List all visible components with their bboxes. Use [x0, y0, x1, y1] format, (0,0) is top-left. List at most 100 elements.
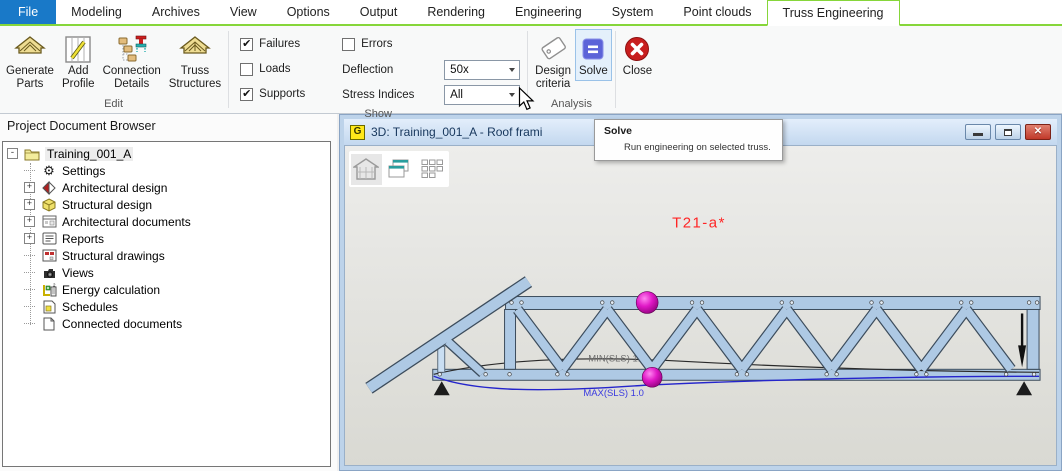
truss-member[interactable]: [438, 346, 445, 372]
restore-button[interactable]: [995, 124, 1021, 140]
cascade-windows-button[interactable]: [384, 154, 415, 185]
expand-toggle[interactable]: +: [24, 199, 35, 210]
architectural-documents-icon: [41, 214, 57, 229]
tile-windows-button[interactable]: [416, 154, 447, 185]
connection-details-button[interactable]: Connection Details: [99, 29, 165, 94]
close-icon: [623, 32, 651, 65]
checkbox-box: [342, 38, 355, 51]
schedules-icon: [41, 299, 57, 314]
arrow-cursor-icon: [518, 87, 536, 112]
tab-view[interactable]: View: [215, 0, 272, 24]
close-button[interactable]: Close: [619, 29, 656, 81]
tree-item-structural-design[interactable]: + Structural design: [3, 196, 330, 213]
failures-checkbox[interactable]: ✔ Failures: [240, 38, 342, 51]
framing-view-button[interactable]: [351, 154, 382, 185]
checkbox-box: ✔: [240, 88, 253, 101]
reaction-arrow-head: [1018, 345, 1026, 367]
tree-item-schedules[interactable]: Schedules: [3, 298, 330, 315]
ribbon-separator: [228, 31, 229, 108]
project-document-browser-panel: Project Document Browser - Training_001_…: [0, 114, 337, 471]
vertex-window-icon: G: [350, 125, 365, 140]
tab-file[interactable]: File: [0, 0, 56, 24]
selection-handle-sphere-bottom[interactable]: [642, 367, 662, 387]
tab-modeling[interactable]: Modeling: [56, 0, 137, 24]
house-frame-icon: [353, 158, 379, 180]
cascade-windows-icon: [387, 158, 411, 180]
architectural-design-icon: [41, 180, 57, 195]
loads-checkbox[interactable]: Loads: [240, 63, 342, 76]
truss-gable-icon: [179, 32, 211, 65]
tab-point-clouds[interactable]: Point clouds: [668, 0, 766, 24]
ribbon-separator: [615, 31, 616, 108]
solve-button[interactable]: Solve: [575, 29, 612, 81]
ribbon-group-analysis: Design criteria Solve Analysis: [531, 26, 612, 113]
tooltip-body: Run engineering on selected truss.: [604, 137, 773, 153]
tile-grid-icon: [420, 158, 444, 180]
drawing-area[interactable]: MIN(SLS) 1.2: [344, 145, 1057, 466]
truss-gable-icon: [14, 32, 46, 65]
tree-item-connected-documents[interactable]: Connected documents: [3, 315, 330, 332]
truss-member[interactable]: [1027, 309, 1039, 369]
truss-drawing: MIN(SLS) 1.2: [345, 146, 1056, 465]
chevron-down-icon: [505, 68, 519, 72]
stress-indices-label: Stress Indices: [342, 89, 444, 101]
ribbon-group-close: Close: [619, 26, 656, 113]
tab-engineering[interactable]: Engineering: [500, 0, 597, 24]
tab-truss-engineering[interactable]: Truss Engineering: [767, 0, 900, 26]
expand-toggle[interactable]: +: [24, 233, 35, 244]
tree-item-energy-calculation[interactable]: 2 Energy calculation: [3, 281, 330, 298]
tab-rendering[interactable]: Rendering: [412, 0, 500, 24]
add-profile-button[interactable]: Add Profile: [58, 29, 99, 94]
checkbox-box: ✔: [240, 38, 253, 51]
ribbon-group-edit: Generate Parts Add Profile: [2, 26, 225, 113]
errors-checkbox[interactable]: Errors: [342, 38, 520, 51]
max-deflection-label: MAX(SLS) 1.0: [583, 388, 644, 399]
collapse-toggle[interactable]: -: [7, 148, 18, 159]
left-support-icon: [434, 381, 450, 395]
tree-item-architectural-design[interactable]: + Architectural design: [3, 179, 330, 196]
ribbon-group-label-analysis: Analysis: [531, 97, 612, 113]
document-icon: [41, 316, 57, 331]
stress-indices-dropdown[interactable]: All: [444, 85, 520, 105]
selection-handle-sphere-top[interactable]: [636, 292, 658, 314]
view-toolbar: [349, 151, 449, 187]
ribbon-group-label-edit: Edit: [2, 97, 225, 113]
truss-member[interactable]: [505, 309, 516, 369]
tree-item-architectural-documents[interactable]: + Architectural documents: [3, 213, 330, 230]
expand-toggle[interactable]: +: [24, 182, 35, 193]
truss-id-label: T21-a*: [672, 215, 726, 232]
menu-bar: File Modeling Archives View Options Outp…: [0, 0, 1062, 26]
tree-item-views[interactable]: Views: [3, 264, 330, 281]
supports-checkbox[interactable]: ✔ Supports: [240, 88, 342, 101]
profile-icon: [63, 32, 93, 65]
design-criteria-button[interactable]: Design criteria: [531, 29, 575, 94]
workspace: Project Document Browser - Training_001_…: [0, 114, 1062, 471]
close-view-button[interactable]: ✕: [1025, 124, 1051, 140]
connection-tree-icon: [116, 32, 148, 65]
views-camera-icon: [41, 265, 57, 280]
deflection-label: Deflection: [342, 64, 444, 76]
tree-item-reports[interactable]: + Reports: [3, 230, 330, 247]
tab-archives[interactable]: Archives: [137, 0, 215, 24]
tab-output[interactable]: Output: [345, 0, 413, 24]
deflection-dropdown[interactable]: 50x: [444, 60, 520, 80]
tree-item-structural-drawings[interactable]: Structural drawings: [3, 247, 330, 264]
tooltip-title: Solve: [604, 125, 773, 137]
ribbon-group-show: ✔ Failures Errors Loads Deflection 50x: [232, 26, 524, 113]
solve-tooltip: Solve Run engineering on selected truss.: [594, 119, 783, 161]
tab-system[interactable]: System: [597, 0, 669, 24]
minimize-button[interactable]: [965, 124, 991, 140]
generate-parts-button[interactable]: Generate Parts: [2, 29, 58, 94]
expand-toggle[interactable]: +: [24, 216, 35, 227]
tree-item-project-root[interactable]: - Training_001_A: [3, 145, 330, 162]
tab-options[interactable]: Options: [272, 0, 345, 24]
reports-icon: [41, 231, 57, 246]
structural-design-icon: [41, 197, 57, 212]
mouse-cursor: [518, 87, 536, 117]
folder-icon: [24, 146, 40, 161]
tree-item-settings[interactable]: ⚙ Settings: [3, 162, 330, 179]
truss-structures-button[interactable]: Truss Structures: [165, 29, 225, 94]
tag-icon: [537, 32, 569, 65]
panel-title: Project Document Browser: [0, 114, 337, 139]
checkbox-box: [240, 63, 253, 76]
